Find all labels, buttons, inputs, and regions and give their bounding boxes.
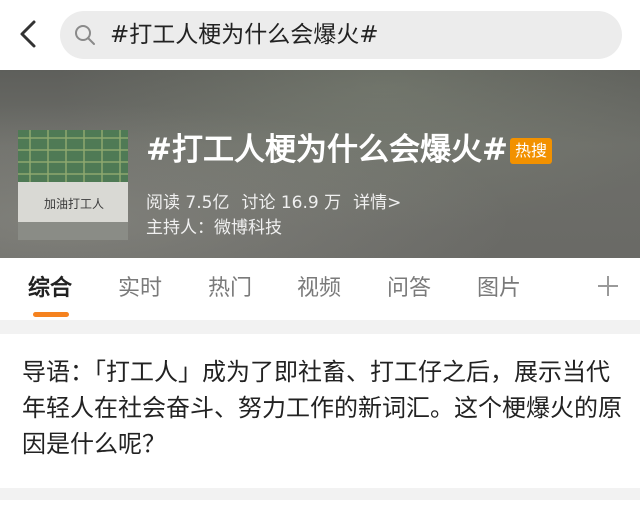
topic-host[interactable]: 主持人：微博科技 [146,216,282,240]
thumbnail-image: 加油打工人 [18,130,128,240]
hot-badge: 热搜 [510,138,553,164]
topic-thumbnail[interactable]: 加油打工人 [18,130,128,240]
topic-title: #打工人梗为什么会爆火# [146,132,508,168]
search-icon [75,25,95,45]
search-query: #打工人梗为什么会爆火# [110,22,379,48]
read-count: 阅读 7.5亿 [146,193,230,213]
discussion-count: 讨论 16.9 万 [241,193,342,213]
details-link[interactable]: 详情> [353,193,401,213]
tab-images[interactable]: 图片 [477,274,521,304]
tab-video[interactable]: 视频 [297,274,341,304]
plus-icon[interactable] [596,274,620,298]
back-button[interactable] [14,16,46,52]
section-divider [0,320,640,334]
thumbnail-caption: 加油打工人 [44,197,104,211]
tab-hot[interactable]: 热门 [208,274,252,304]
tab-realtime[interactable]: 实时 [118,274,162,304]
chevron-left-icon [20,20,36,48]
active-tab-indicator [33,312,69,317]
topic-header: 加油打工人 #打工人梗为什么会爆火# 热搜 阅读 7.5亿 讨论 16.9 万详情… [0,70,640,258]
topic-stats: 阅读 7.5亿 讨论 16.9 万详情> [146,191,413,215]
search-input[interactable]: #打工人梗为什么会爆火# [60,11,622,59]
tab-qa[interactable]: 问答 [387,274,431,304]
tab-comprehensive[interactable]: 综合 [28,274,72,304]
search-bar: #打工人梗为什么会爆火# [0,0,640,70]
tab-bar: 综合 实时 热门 视频 问答 图片 [0,258,640,320]
topic-intro: 导语：「打工人」成为了即社畜、打工仔之后，展示当代年轻人在社会奋斗、努力工作的新… [22,358,622,458]
next-card [0,500,640,511]
